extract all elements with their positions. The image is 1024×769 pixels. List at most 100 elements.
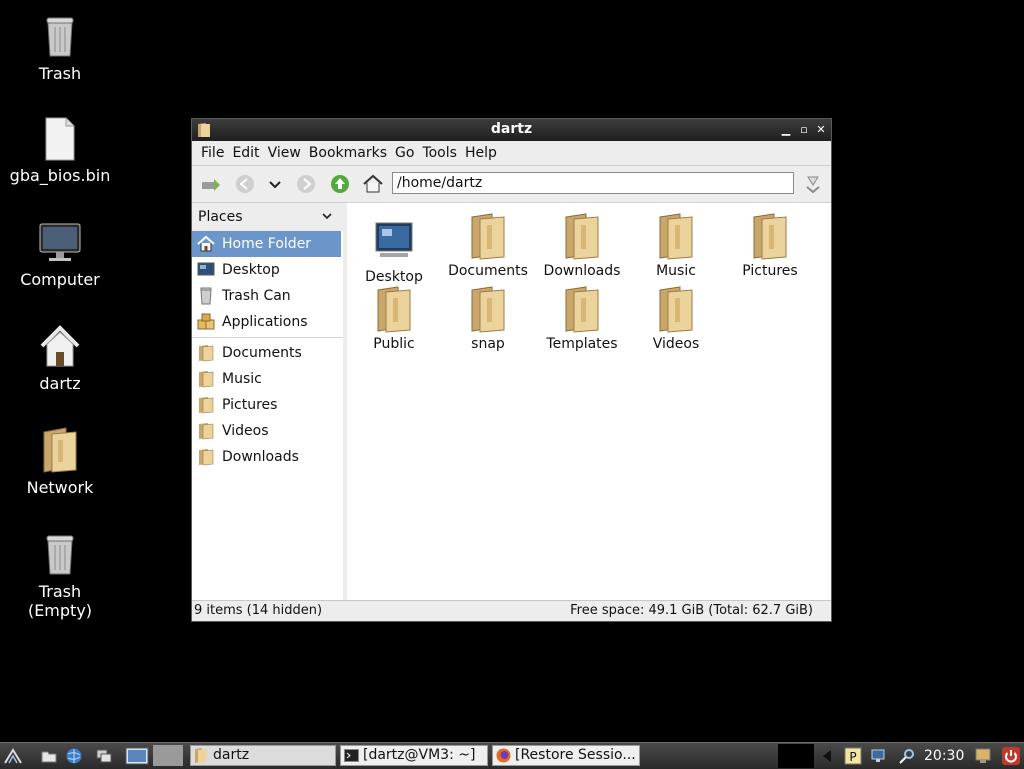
chevron-down-icon[interactable] [321,203,333,231]
sidebar-item-videos[interactable]: Videos [192,418,343,444]
network-tray-icon[interactable] [870,747,888,765]
file-item-label: Documents [448,263,528,279]
file-item-snap[interactable]: snap [441,284,535,353]
sidebar-item-label: Desktop [222,262,280,278]
folder-icon [199,397,214,414]
status-bar: 9 items (14 hidden) Free space: 49.1 GiB… [192,600,831,621]
desktop-icon-label: Trash [38,64,82,83]
start-menu-icon[interactable] [4,747,22,765]
tray-p-icon[interactable]: P [844,747,862,765]
file-manager-launcher-icon[interactable] [40,747,58,765]
sidebar-item-applications[interactable]: Applications [192,309,343,335]
desktop-icon-label: Network [26,478,94,497]
go-up-icon[interactable] [329,173,351,195]
file-item-downloads[interactable]: Downloads [535,211,629,280]
file-manager-window: dartz ▁ ▫ ✕ File Edit View Bookmarks Go Tools… [191,118,832,622]
menu-view[interactable]: View [264,141,305,165]
file-item-desktop[interactable]: Desktop [347,217,441,286]
file-item-templates[interactable]: Templates [535,284,629,353]
power-icon[interactable] [1002,747,1020,765]
status-free-space: Free space: 49.1 GiB (Total: 62.7 GiB) [570,603,813,618]
sidebar-item-desktop[interactable]: Desktop [192,257,343,283]
desktop-icon-network[interactable]: Network [0,426,120,497]
pager-inactive[interactable] [153,745,183,766]
status-item-count: 9 items (14 hidden) [194,603,323,618]
show-windows-icon[interactable] [95,747,113,765]
sidebar-item-label: Home Folder [222,236,312,252]
desktop-icon-gba-bios[interactable]: gba_bios.bin [0,114,120,185]
sidebar-item-label: Documents [222,345,302,361]
terminal-icon [344,749,359,762]
file-view[interactable]: Desktop Documents Downloads Music Pictur… [347,203,831,601]
task-button-firefox[interactable]: [Restore Sessio... [492,745,640,766]
home-icon[interactable] [362,173,384,195]
search-tray-icon[interactable] [898,747,916,765]
desktop-switcher-icon[interactable] [125,747,149,765]
window-titlebar[interactable]: dartz ▁ ▫ ✕ [192,119,831,141]
desktop-icon-trash-empty[interactable]: Trash (Empty) [0,530,120,620]
file-item-label: Pictures [742,263,798,279]
menu-edit[interactable]: Edit [228,141,263,165]
sidebar-item-pictures[interactable]: Pictures [192,392,343,418]
folder-icon [43,427,77,473]
desktop-icon-label: gba_bios.bin [9,166,111,185]
close-button[interactable]: ✕ [814,123,828,137]
places-header[interactable]: Places [192,203,343,231]
sidebar-item-label: Trash Can [222,288,291,304]
desktop-icon-label: Trash (Empty) [27,582,93,620]
folder-icon [199,449,214,466]
sidebar-item-downloads[interactable]: Downloads [192,444,343,470]
folder-icon [199,345,214,362]
folder-icon [565,213,599,260]
sidebar-item-label: Pictures [222,397,278,413]
task-label: [dartz@VM3: ~] [363,747,476,763]
firefox-icon [496,748,511,763]
task-button-file-manager[interactable]: dartz [190,745,336,766]
clock[interactable]: 20:30 [924,743,964,769]
menu-go[interactable]: Go [391,141,418,165]
file-item-music[interactable]: Music [629,211,723,280]
sidebar-item-label: Applications [222,314,308,330]
folder-icon [195,748,207,763]
desktop-icon-trash[interactable]: Trash [0,12,120,83]
desktop-icon-label: dartz [39,374,81,393]
desktop-icon-computer[interactable]: Computer [0,218,120,289]
forward-icon[interactable] [295,173,317,195]
tray-blank-area [778,744,814,768]
history-dropdown-icon[interactable] [264,173,286,195]
sidebar-item-home-folder[interactable]: Home Folder [192,231,341,257]
sidebar-item-documents[interactable]: Documents [192,340,343,366]
sidebar-item-label: Videos [222,423,269,439]
window-title: dartz [490,121,533,137]
tray-arrow-icon[interactable] [818,747,836,765]
lock-screen-icon[interactable] [974,747,992,765]
back-icon[interactable] [234,173,256,195]
new-tab-icon[interactable] [200,173,222,195]
minimize-button[interactable]: ▁ [779,123,793,137]
file-icon [45,117,75,161]
sidebar-separator [192,337,343,338]
folder-icon [565,286,599,333]
menu-bookmarks[interactable]: Bookmarks [305,141,391,165]
file-item-label: Downloads [543,263,621,279]
places-title: Places [198,209,243,225]
sidebar-item-music[interactable]: Music [192,366,343,392]
file-item-pictures[interactable]: Pictures [723,211,817,280]
file-item-documents[interactable]: Documents [441,211,535,280]
go-location-icon[interactable] [802,173,824,195]
file-item-label: snap [471,336,505,352]
location-bar[interactable]: /home/dartz [392,172,794,194]
maximize-button[interactable]: ▫ [797,123,811,137]
desktop-icon-home[interactable]: dartz [0,322,120,393]
trash-full-icon [46,17,74,57]
task-button-terminal[interactable]: [dartz@VM3: ~] [340,745,488,766]
web-browser-launcher-icon[interactable] [65,747,83,765]
menu-help[interactable]: Help [461,141,501,165]
file-item-label: Templates [546,336,618,352]
svg-text:P: P [849,750,856,764]
menu-tools[interactable]: Tools [418,141,461,165]
file-item-videos[interactable]: Videos [629,284,723,353]
file-item-public[interactable]: Public [347,284,441,353]
sidebar-item-trash-can[interactable]: Trash Can [192,283,343,309]
menu-file[interactable]: File [197,141,228,165]
